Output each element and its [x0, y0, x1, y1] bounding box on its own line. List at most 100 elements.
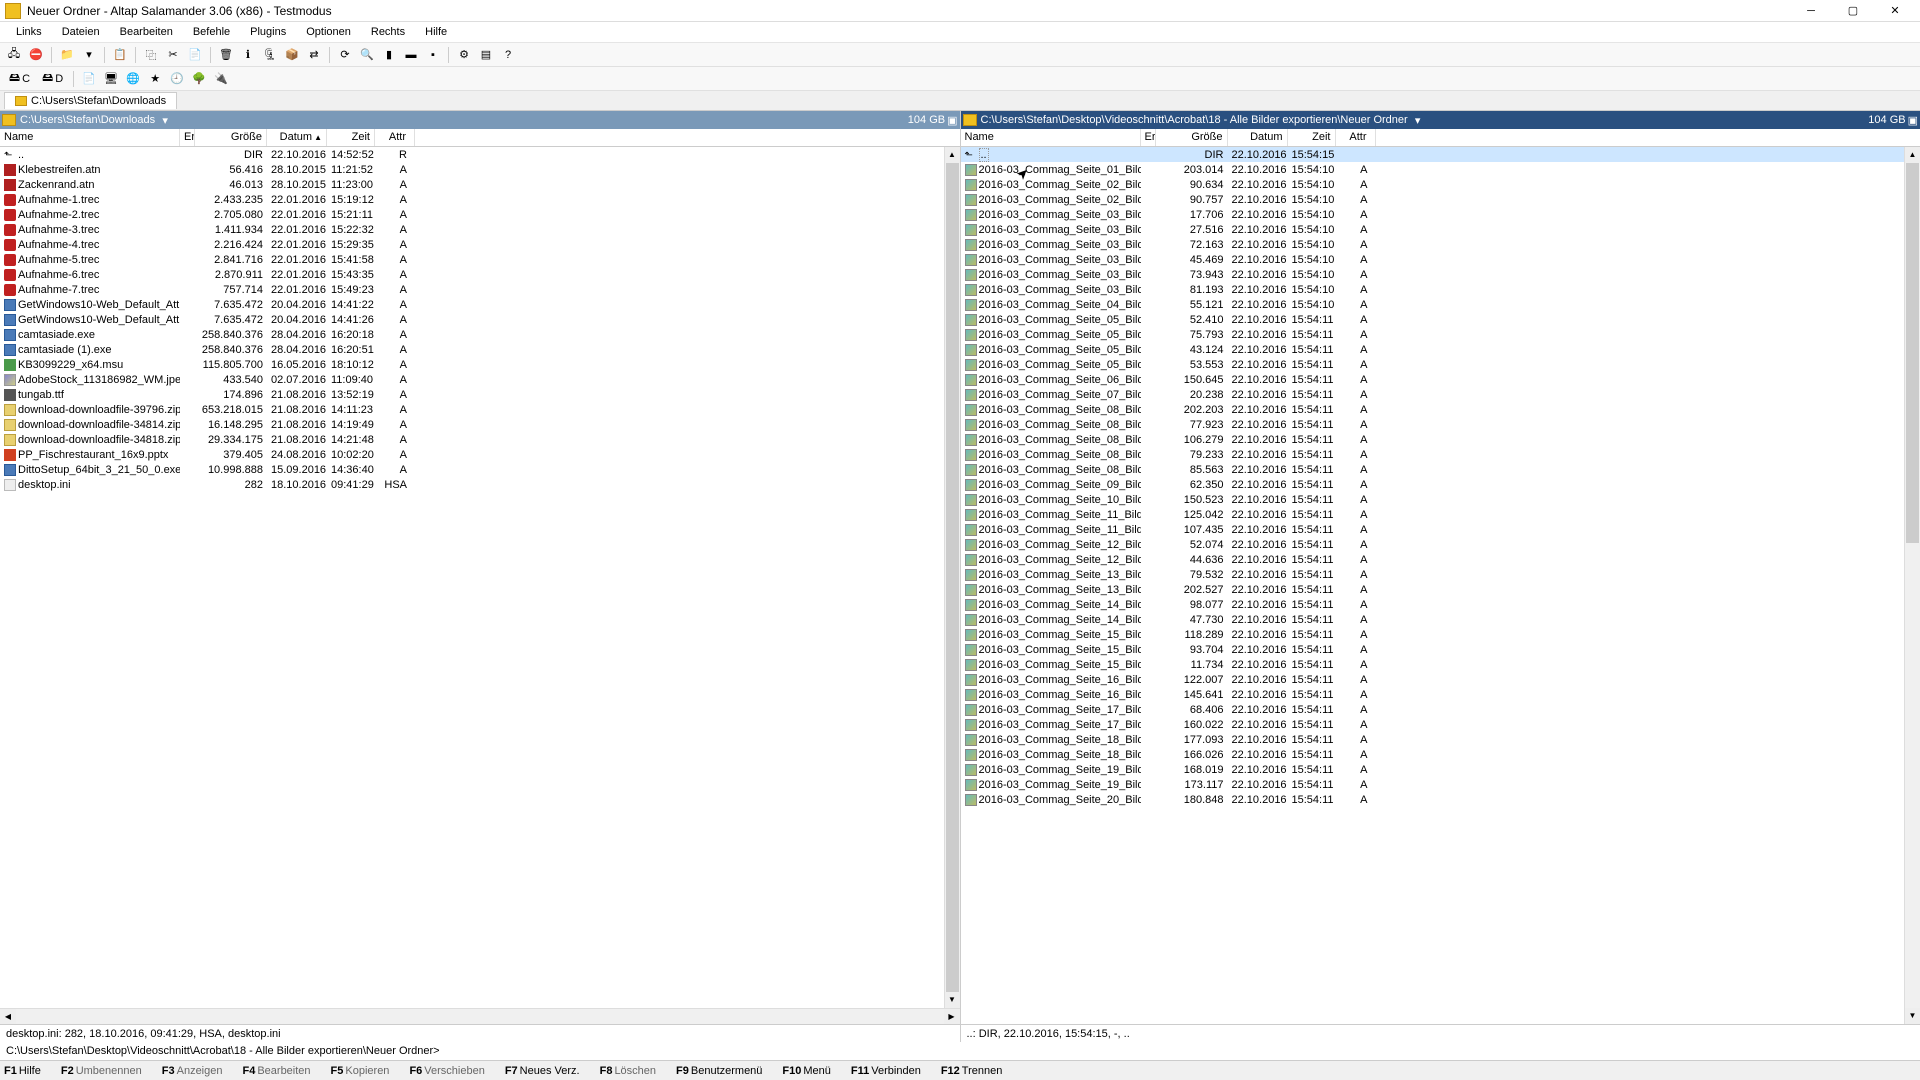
file-row[interactable]: 2016-03_Commag_Seite_03_Bild_0006.jpg81.…	[961, 282, 1905, 297]
connect-icon[interactable]: 🖧	[4, 45, 24, 65]
documents-icon[interactable]: 📄	[79, 69, 99, 89]
fkey-f9[interactable]: F9Benutzermenü	[676, 1065, 762, 1077]
scroll-down-icon[interactable]: ▼	[1905, 1008, 1920, 1024]
dropdown-icon[interactable]: ▾	[79, 45, 99, 65]
file-row[interactable]: Aufnahme-1.trec2.433.23522.01.201615:19:…	[0, 192, 944, 207]
file-row[interactable]: 2016-03_Commag_Seite_19_Bild_0001.jpg168…	[961, 762, 1905, 777]
file-row[interactable]: 2016-03_Commag_Seite_05_Bild_0004.jpg53.…	[961, 357, 1905, 372]
left-file-list[interactable]: ..DIR22.10.201614:52:52RKlebestreifen.at…	[0, 147, 944, 1008]
fkey-f3[interactable]: F3Anzeigen	[162, 1065, 223, 1077]
col-ext[interactable]: Erw	[180, 129, 195, 146]
col-time[interactable]: Zeit	[1288, 129, 1336, 146]
col-name[interactable]: Name	[0, 129, 180, 146]
command-line[interactable]: C:\Users\Stefan\Desktop\Videoschnitt\Acr…	[0, 1042, 1920, 1060]
file-row[interactable]: tungab.ttf174.89621.08.201613:52:19A	[0, 387, 944, 402]
help-icon[interactable]: ?	[498, 45, 518, 65]
file-row[interactable]: 2016-03_Commag_Seite_03_Bild_0004.jpg45.…	[961, 252, 1905, 267]
fkey-f1[interactable]: F1Hilfe	[4, 1065, 41, 1077]
maximize-button[interactable]: ▢	[1833, 1, 1873, 21]
tree-icon[interactable]: 🌳	[189, 69, 209, 89]
file-row[interactable]: 2016-03_Commag_Seite_11_Bild_0002.jpg107…	[961, 522, 1905, 537]
new-folder-icon[interactable]: 📁	[57, 45, 77, 65]
col-date[interactable]: Datum	[1228, 129, 1288, 146]
menu-links[interactable]: Links	[6, 24, 52, 40]
scroll-down-icon[interactable]: ▼	[945, 992, 960, 1008]
properties-icon[interactable]: ℹ	[238, 45, 258, 65]
path-dropdown-icon[interactable]: ▾	[159, 114, 171, 127]
file-row[interactable]: desktop.ini28218.10.201609:41:29HSA	[0, 477, 944, 492]
right-file-list[interactable]: ..DIR22.10.201615:54:152016-03_Commag_Se…	[961, 147, 1905, 1024]
file-row[interactable]: GetWindows10-Web_Default_Attr.exe7.635.4…	[0, 297, 944, 312]
favorites-icon[interactable]: ★	[145, 69, 165, 89]
col-attr[interactable]: Attr	[375, 129, 415, 146]
file-row[interactable]: 2016-03_Commag_Seite_01_Bild_0001.jpg203…	[961, 162, 1905, 177]
file-row[interactable]: KB3099229_x64.msu115.805.70016.05.201618…	[0, 357, 944, 372]
terminal-icon[interactable]: ▮	[379, 45, 399, 65]
scroll-up-icon[interactable]: ▲	[1905, 147, 1920, 163]
copy-icon[interactable]: ⿻	[141, 45, 161, 65]
file-row[interactable]: ..DIR22.10.201615:54:15	[961, 147, 1905, 162]
col-name[interactable]: Name	[961, 129, 1141, 146]
file-row[interactable]: 2016-03_Commag_Seite_14_Bild_0001.jpg98.…	[961, 597, 1905, 612]
file-row[interactable]: 2016-03_Commag_Seite_15_Bild_0001.jpg118…	[961, 627, 1905, 642]
file-row[interactable]: 2016-03_Commag_Seite_14_Bild_0002.jpg47.…	[961, 612, 1905, 627]
menu-rechts[interactable]: Rechts	[361, 24, 415, 40]
scroll-left-icon[interactable]: ◀	[0, 1009, 16, 1024]
compare-icon[interactable]: ⇄	[304, 45, 324, 65]
scroll-up-icon[interactable]: ▲	[945, 147, 960, 163]
menu-bearbeiten[interactable]: Bearbeiten	[110, 24, 183, 40]
file-row[interactable]: 2016-03_Commag_Seite_18_Bild_0002.jpg166…	[961, 747, 1905, 762]
fkey-f7[interactable]: F7Neues Verz.	[505, 1065, 580, 1077]
file-row[interactable]: 2016-03_Commag_Seite_08_Bild_0001.jpg202…	[961, 402, 1905, 417]
extract-icon[interactable]: 📦	[282, 45, 302, 65]
col-date[interactable]: Datum▲	[267, 129, 327, 146]
options-icon[interactable]: ⚙	[454, 45, 474, 65]
view-icon[interactable]: ▤	[476, 45, 496, 65]
file-row[interactable]: 2016-03_Commag_Seite_12_Bild_0001.jpg52.…	[961, 537, 1905, 552]
file-row[interactable]: ..DIR22.10.201614:52:52R	[0, 147, 944, 162]
file-row[interactable]: 2016-03_Commag_Seite_03_Bild_0001.jpg17.…	[961, 207, 1905, 222]
file-row[interactable]: 2016-03_Commag_Seite_03_Bild_0005.jpg73.…	[961, 267, 1905, 282]
file-row[interactable]: Zackenrand.atn46.01328.10.201511:23:00A	[0, 177, 944, 192]
file-row[interactable]: 2016-03_Commag_Seite_06_Bild_0001.jpg150…	[961, 372, 1905, 387]
col-attr[interactable]: Attr	[1336, 129, 1376, 146]
fkey-f10[interactable]: F10Menü	[782, 1065, 831, 1077]
scroll-right-icon[interactable]: ▶	[944, 1009, 960, 1024]
file-row[interactable]: 2016-03_Commag_Seite_08_Bild_0003.jpg79.…	[961, 447, 1905, 462]
file-row[interactable]: Aufnahme-3.trec1.411.93422.01.201615:22:…	[0, 222, 944, 237]
file-row[interactable]: Aufnahme-4.trec2.216.42422.01.201615:29:…	[0, 237, 944, 252]
col-ext[interactable]: Erw	[1141, 129, 1156, 146]
cut-icon[interactable]: ✂	[163, 45, 183, 65]
refresh-icon[interactable]: ⟳	[335, 45, 355, 65]
file-row[interactable]: 2016-03_Commag_Seite_07_Bild_0001.jpg20.…	[961, 387, 1905, 402]
file-row[interactable]: 2016-03_Commag_Seite_13_Bild_0002.jpg202…	[961, 582, 1905, 597]
fkey-f2[interactable]: F2Umbenennen	[61, 1065, 142, 1077]
drive-c[interactable]: 🖴C	[4, 67, 35, 90]
fkey-f12[interactable]: F12Trennen	[941, 1065, 1003, 1077]
left-scrollbar[interactable]: ▲ ▼	[944, 147, 960, 1008]
file-row[interactable]: 2016-03_Commag_Seite_16_Bild_0002.jpg145…	[961, 687, 1905, 702]
file-row[interactable]: 2016-03_Commag_Seite_05_Bild_0003.jpg43.…	[961, 342, 1905, 357]
file-row[interactable]: Aufnahme-5.trec2.841.71622.01.201615:41:…	[0, 252, 944, 267]
right-path-bar[interactable]: C:\Users\Stefan\Desktop\Videoschnitt\Acr…	[961, 111, 1920, 129]
drive-d[interactable]: 🖴D	[37, 67, 68, 90]
menu-optionen[interactable]: Optionen	[296, 24, 361, 40]
file-row[interactable]: 2016-03_Commag_Seite_08_Bild_0002.jpg106…	[961, 432, 1905, 447]
file-row[interactable]: 2016-03_Commag_Seite_05_Bild_0002.jpg75.…	[961, 327, 1905, 342]
file-row[interactable]: 2016-03_Commag_Seite_03_Bild_0003.jpg72.…	[961, 237, 1905, 252]
file-row[interactable]: GetWindows10-Web_Default_Attr (1).exe7.6…	[0, 312, 944, 327]
plugin-icon[interactable]: 🔌	[211, 69, 231, 89]
left-path-bar[interactable]: C:\Users\Stefan\Downloads ▾ 104 GB ▣	[0, 111, 960, 129]
file-row[interactable]: 2016-03_Commag_Seite_10_Bild_0001.jpg150…	[961, 492, 1905, 507]
cmd-icon[interactable]: ▪	[423, 45, 443, 65]
menu-hilfe[interactable]: Hilfe	[415, 24, 457, 40]
delete-icon[interactable]: 🗑	[216, 45, 236, 65]
file-row[interactable]: 2016-03_Commag_Seite_16_Bild_0001.jpg122…	[961, 672, 1905, 687]
file-row[interactable]: 2016-03_Commag_Seite_08_Bild_0004.jpg85.…	[961, 462, 1905, 477]
file-row[interactable]: 2016-03_Commag_Seite_15_Bild_0002.jpg93.…	[961, 642, 1905, 657]
fkey-f5[interactable]: F5Kopieren	[331, 1065, 390, 1077]
menu-dateien[interactable]: Dateien	[52, 24, 110, 40]
file-row[interactable]: 2016-03_Commag_Seite_11_Bild_0001.jpg125…	[961, 507, 1905, 522]
menu-befehle[interactable]: Befehle	[183, 24, 240, 40]
file-row[interactable]: download-downloadfile-34818.zip29.334.17…	[0, 432, 944, 447]
